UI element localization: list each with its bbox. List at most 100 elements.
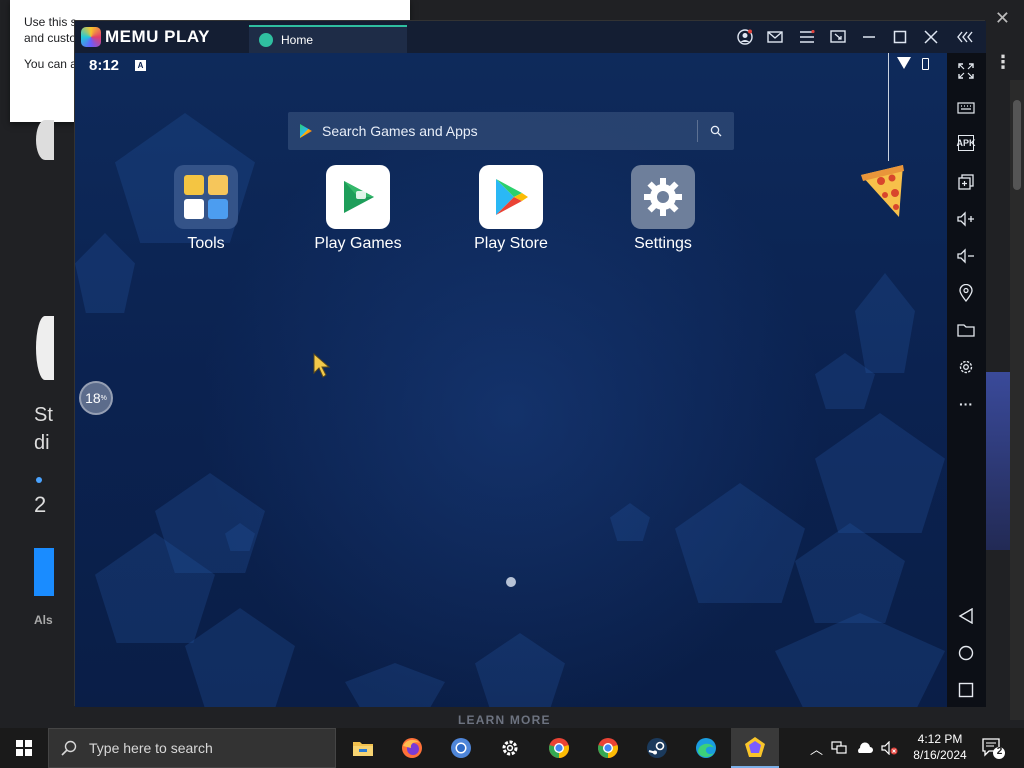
app-play-store[interactable]: Play Store xyxy=(456,165,566,253)
memu-brand: MEMU PLAY xyxy=(105,27,210,46)
app-label: Tools xyxy=(187,235,225,252)
settings-icon[interactable] xyxy=(956,357,976,377)
bg-avatar-icon xyxy=(36,316,54,380)
app-tools[interactable]: Tools xyxy=(151,165,261,253)
browser-menu-icon[interactable]: ⋮ xyxy=(994,52,1012,73)
volume-up-icon[interactable] xyxy=(956,209,976,229)
back-icon[interactable] xyxy=(956,606,976,626)
file-explorer-icon[interactable] xyxy=(339,728,387,768)
browser-close-icon[interactable]: ✕ xyxy=(995,8,1010,29)
bg-circle-icon xyxy=(36,120,54,160)
bg-pentagon xyxy=(775,613,945,707)
taskbar-search-box[interactable]: Type here to search xyxy=(48,728,336,768)
location-icon[interactable] xyxy=(956,283,976,303)
fullscreen-icon[interactable] xyxy=(956,61,976,81)
clock-time: 4:12 PM xyxy=(917,732,963,746)
play-store-icon xyxy=(479,165,543,229)
chrome-alt-icon[interactable] xyxy=(584,728,632,768)
app-play-games[interactable]: Play Games xyxy=(303,165,413,253)
taskbar-clock[interactable]: 4:12 PM 8/16/2024 xyxy=(908,731,972,763)
learn-more-link[interactable]: LEARN MORE xyxy=(458,713,551,727)
notice-line-2: and custo xyxy=(24,31,77,45)
tab-home[interactable]: Home xyxy=(249,25,407,53)
pizza-string xyxy=(888,53,889,161)
minimize-icon[interactable] xyxy=(859,27,879,47)
edge-icon[interactable] xyxy=(682,728,730,768)
play-games-icon xyxy=(326,165,390,229)
chrome-icon[interactable] xyxy=(535,728,583,768)
steam-icon[interactable] xyxy=(633,728,681,768)
bg-blue-button[interactable] xyxy=(34,548,54,596)
firefox-icon[interactable] xyxy=(388,728,436,768)
notification-center-icon[interactable]: 2 xyxy=(980,736,1006,760)
memu-icon[interactable] xyxy=(731,728,779,768)
menu-icon[interactable] xyxy=(797,27,817,47)
status-time: 8:12 xyxy=(89,57,120,74)
bg-pentagon xyxy=(815,413,945,533)
bg-pentagon xyxy=(855,273,915,373)
bg-image-strip xyxy=(985,372,1011,550)
memu-logo-icon xyxy=(81,27,101,47)
loading-progress-indicator: 18% xyxy=(79,381,113,415)
memu-logo: MEMU PLAY xyxy=(81,27,210,47)
mail-icon[interactable] xyxy=(765,27,785,47)
recents-icon[interactable] xyxy=(956,680,976,700)
tools-folder-icon xyxy=(174,165,238,229)
settings-icon[interactable] xyxy=(486,728,534,768)
bg-page-text-3: 2 xyxy=(34,492,47,517)
windows-logo-icon xyxy=(16,740,32,756)
volume-down-icon[interactable] xyxy=(956,246,976,266)
bg-pentagon xyxy=(475,633,565,707)
bg-page-text-4: Als xyxy=(34,613,53,627)
browser-scrollbar[interactable] xyxy=(1010,80,1024,720)
bg-pentagon xyxy=(610,503,650,541)
screen-icon[interactable] xyxy=(828,27,848,47)
settings-gear-icon xyxy=(631,165,695,229)
start-button[interactable] xyxy=(0,728,48,768)
bg-pentagon xyxy=(75,233,135,313)
multi-instance-icon[interactable] xyxy=(956,172,976,192)
volume-muted-icon[interactable] xyxy=(881,741,899,755)
bg-page-text-2: di xyxy=(34,432,50,454)
keyboard-icon[interactable] xyxy=(956,98,976,118)
search-games-bar[interactable]: Search Games and Apps xyxy=(288,112,734,150)
windows-taskbar: Type here to search ︿ 4:12 PM 8/16/2024 … xyxy=(0,728,1024,768)
emulator-sidebar: APK ··· xyxy=(947,53,986,707)
collapse-sidebar-icon[interactable] xyxy=(956,27,976,47)
notification-a-icon: A xyxy=(135,60,146,71)
system-tray: ︿ xyxy=(810,728,899,768)
notification-count: 2 xyxy=(996,746,1003,757)
chromium-icon[interactable] xyxy=(437,728,485,768)
app-settings[interactable]: Settings xyxy=(608,165,718,253)
bg-pentagon xyxy=(345,663,445,707)
maximize-icon[interactable] xyxy=(890,27,910,47)
apk-icon[interactable]: APK xyxy=(957,135,976,151)
taskbar-search-placeholder: Type here to search xyxy=(89,740,213,756)
notice-line-3: You can a xyxy=(24,57,77,71)
battery-icon xyxy=(922,58,929,70)
wifi-icon xyxy=(897,57,911,69)
folder-icon[interactable] xyxy=(956,320,976,340)
chevron-up-icon[interactable]: ︿ xyxy=(810,739,823,758)
more-icon[interactable]: ··· xyxy=(956,394,976,414)
bg-page-text-1: St xyxy=(34,404,53,426)
search-icon xyxy=(61,740,77,756)
app-label: Play Games xyxy=(314,235,402,252)
search-icon[interactable] xyxy=(698,125,734,137)
mouse-cursor-icon xyxy=(313,352,331,384)
tab-home-label: Home xyxy=(281,33,314,47)
android-screen[interactable]: 8:12 A Search Games and Apps Tools Play … xyxy=(75,53,947,707)
app-label: Settings xyxy=(634,235,692,252)
app-label: Play Store xyxy=(474,235,548,252)
onedrive-cloud-icon[interactable] xyxy=(855,742,874,754)
network-icon[interactable] xyxy=(831,741,847,755)
search-placeholder: Search Games and Apps xyxy=(322,123,478,139)
loading-value: 18 xyxy=(85,390,101,406)
bg-bullet xyxy=(36,477,42,483)
close-icon[interactable] xyxy=(921,27,941,47)
clock-date: 8/16/2024 xyxy=(913,748,967,762)
pizza-widget-icon[interactable] xyxy=(859,161,907,217)
home-icon[interactable] xyxy=(956,643,976,663)
account-icon[interactable] xyxy=(735,27,755,47)
bg-pentagon xyxy=(675,483,805,603)
